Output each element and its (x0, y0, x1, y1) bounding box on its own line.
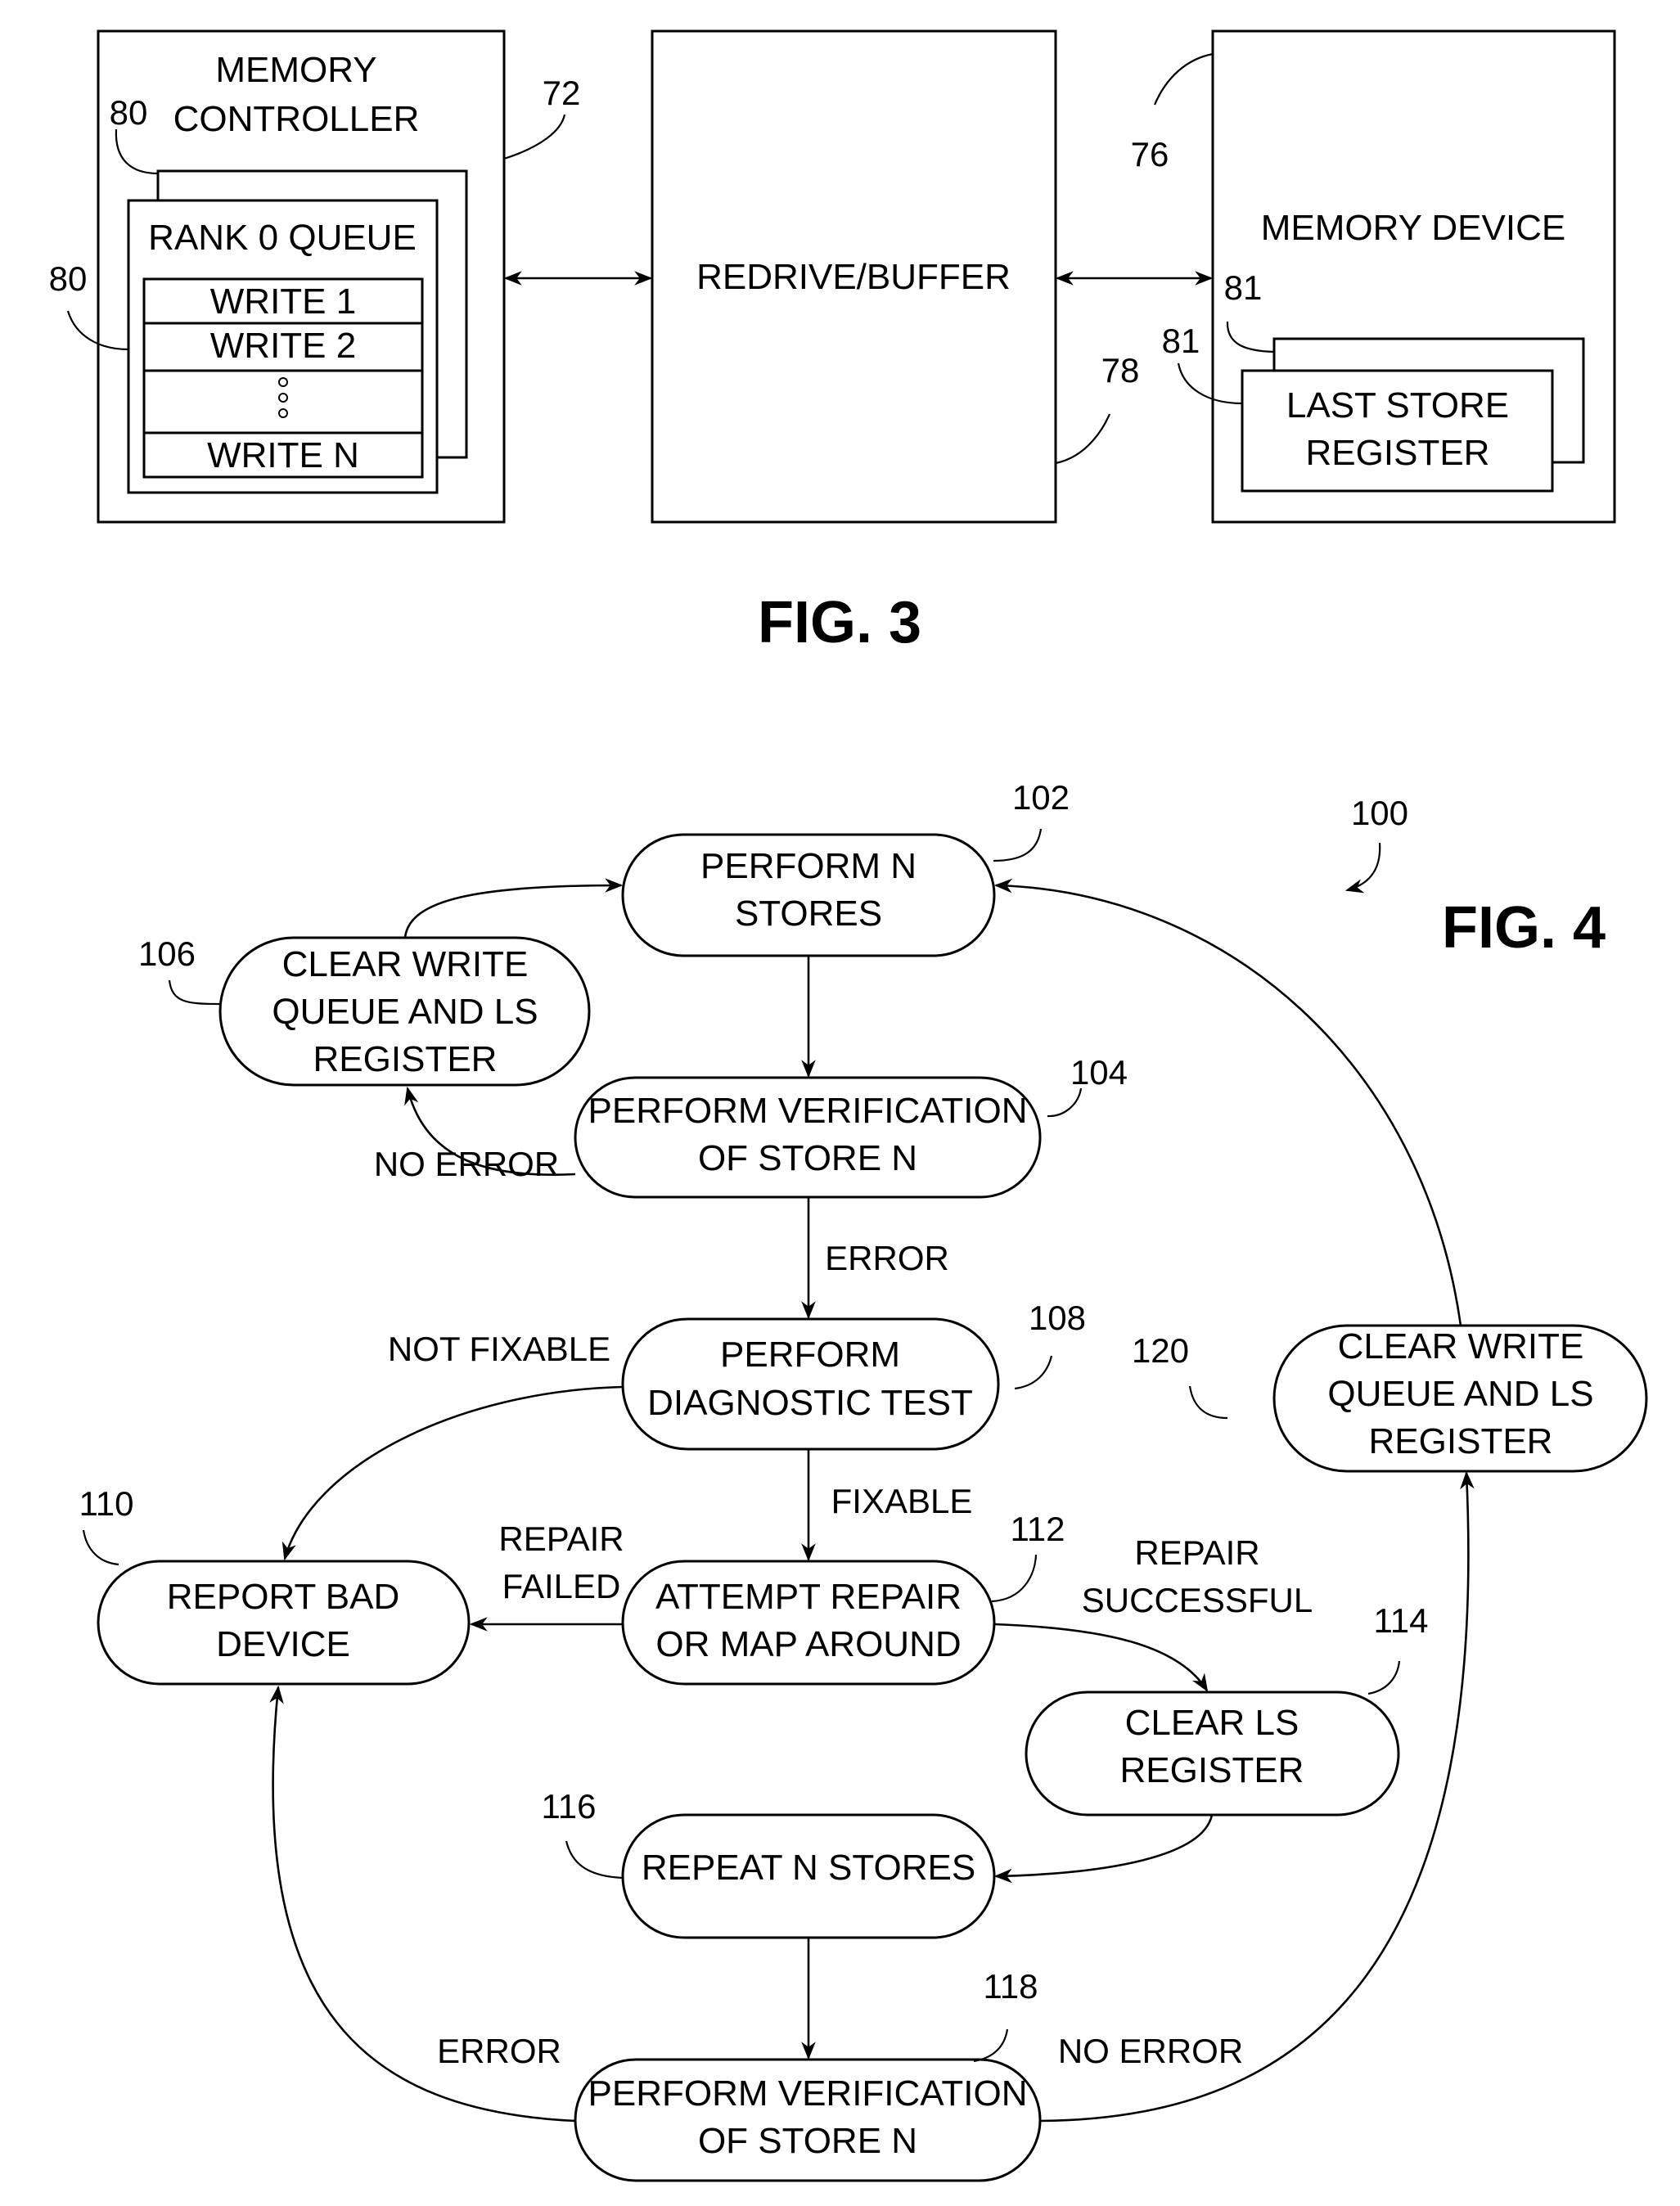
node-110-line1: REPORT BAD (167, 1577, 399, 1617)
patent-drawing-sheet: MEMORY CONTROLLER 72 RANK 0 QUEUE WRITE … (49, 29, 1648, 2182)
leader-116 (565, 1840, 624, 1880)
leader-72 (503, 114, 566, 160)
edge-114-to-116 (993, 1814, 1214, 1884)
edge-label-repair-failed-1: REPAIR (498, 1519, 624, 1558)
ref-81-front: 81 (1162, 322, 1200, 360)
node-106-line3: REGISTER (313, 1039, 498, 1079)
ref-112: 112 (1011, 1510, 1065, 1548)
node-112-line2: OR MAP AROUND (655, 1624, 961, 1664)
node-102-line2: STORES (735, 894, 882, 934)
ref-81-back: 81 (1224, 268, 1263, 307)
node-120-line2: QUEUE AND LS (1327, 1374, 1593, 1414)
node-clear-write-queue-1: CLEAR WRITE QUEUE AND LS REGISTER 106 (138, 934, 591, 1087)
node-120-line1: CLEAR WRITE (1338, 1326, 1584, 1366)
ref-80-front: 80 (49, 259, 88, 298)
redrive-buffer-block: REDRIVE/BUFFER 78 (651, 29, 1140, 524)
fig3: MEMORY CONTROLLER 72 RANK 0 QUEUE WRITE … (49, 29, 1616, 655)
node-116-line1: REPEAT N STORES (642, 1848, 975, 1888)
last-store-register-label-2: REGISTER (1306, 433, 1490, 473)
memory-device-label: MEMORY DEVICE (1261, 208, 1565, 248)
leader-114 (1367, 1660, 1401, 1695)
leader-76 (1153, 52, 1214, 106)
ref-72: 72 (543, 74, 581, 112)
edge-label-error-2: ERROR (437, 2032, 561, 2070)
edge-label-no-error-2: NO ERROR (1058, 2032, 1243, 2070)
ref-118: 118 (984, 1967, 1038, 2006)
node-clear-write-queue-2: CLEAR WRITE QUEUE AND LS REGISTER 120 (1132, 1324, 1648, 1473)
ref-76: 76 (1131, 135, 1169, 173)
node-120-line3: REGISTER (1369, 1421, 1553, 1461)
edge-label-repair-successful-2: SUCCESSFUL (1082, 1581, 1313, 1619)
memory-controller-title-1: MEMORY (215, 50, 376, 90)
node-diagnostic-test: PERFORM DIAGNOSTIC TEST 108 (621, 1299, 1086, 1451)
memory-device-block: MEMORY DEVICE 76 LAST STORE REGISTER 81 … (1131, 29, 1616, 524)
node-112-line1: ATTEMPT REPAIR (655, 1577, 962, 1617)
node-102-line1: PERFORM N (700, 846, 917, 886)
node-104-line1: PERFORM VERIFICATION (588, 1091, 1028, 1131)
rank-queue-title: RANK 0 QUEUE (148, 218, 417, 258)
node-verify-store-1: PERFORM VERIFICATION OF STORE N 104 (574, 1053, 1128, 1199)
edge-112-to-114 (993, 1623, 1209, 1692)
edge-106-to-102 (403, 878, 624, 939)
node-114-line1: CLEAR LS (1125, 1703, 1299, 1743)
leader-112 (991, 1554, 1038, 1603)
fig4: FIG. 4 100 PERFORM N STORES 102 CLEAR WR… (79, 778, 1648, 2182)
node-108-line2: DIAGNOSTIC TEST (647, 1383, 973, 1423)
node-118-line1: PERFORM VERIFICATION (588, 2073, 1028, 2114)
leader-118 (973, 2028, 1009, 2063)
ref-104: 104 (1070, 1053, 1128, 1092)
ref-108: 108 (1029, 1299, 1086, 1337)
redrive-buffer-label: REDRIVE/BUFFER (696, 257, 1011, 297)
node-118-line2: OF STORE N (698, 2121, 917, 2161)
ref-80-back: 80 (110, 93, 148, 132)
ref-100: 100 (1351, 794, 1408, 832)
edge-label-not-fixable: NOT FIXABLE (388, 1330, 610, 1368)
edge-120-to-102 (993, 878, 1462, 1326)
write-entry-n-label: WRITE N (207, 435, 359, 475)
leader-78 (1055, 413, 1111, 465)
ref-120: 120 (1132, 1331, 1189, 1370)
write-queue-entries: WRITE 1 WRITE 2 WRITE N (142, 277, 424, 479)
last-store-register-label-1: LAST STORE (1286, 385, 1509, 425)
node-108-line1: PERFORM (720, 1335, 900, 1375)
ref-110: 110 (79, 1484, 134, 1523)
leader-104 (1047, 1087, 1083, 1118)
node-106-line2: QUEUE AND LS (272, 992, 538, 1032)
node-repeat-n-stores: REPEAT N STORES 116 (542, 1787, 996, 1939)
edge-label-error-1: ERROR (825, 1239, 949, 1277)
ref-114: 114 (1374, 1601, 1429, 1640)
node-106-line1: CLEAR WRITE (282, 944, 529, 984)
ref-106: 106 (138, 934, 196, 973)
leader-110 (82, 1529, 119, 1566)
edge-label-repair-failed-2: FAILED (502, 1567, 621, 1605)
fig4-caption: FIG. 4 (1442, 895, 1606, 961)
ref-78: 78 (1101, 351, 1140, 389)
edge-label-no-error-1: NO ERROR (374, 1145, 559, 1183)
leader-106-line (168, 979, 221, 1006)
write-entry-1-label: WRITE 1 (210, 281, 356, 322)
node-104-line2: OF STORE N (698, 1138, 917, 1178)
node-110-line2: DEVICE (216, 1624, 350, 1664)
node-attempt-repair: ATTEMPT REPAIR OR MAP AROUND 112 (621, 1510, 1065, 1686)
node-114-line2: REGISTER (1120, 1750, 1304, 1790)
edge-label-fixable: FIXABLE (831, 1482, 973, 1520)
node-clear-ls-register: CLEAR LS REGISTER 114 (1025, 1601, 1429, 1817)
memory-controller-title-2: CONTROLLER (173, 99, 420, 139)
ref-116: 116 (542, 1787, 597, 1826)
leader-108 (1014, 1355, 1053, 1390)
node-report-bad-device: REPORT BAD DEVICE 110 (79, 1484, 471, 1686)
fig3-caption: FIG. 3 (758, 590, 921, 655)
memory-controller-block: MEMORY CONTROLLER 72 RANK 0 QUEUE WRITE … (49, 29, 581, 524)
leader-102 (993, 828, 1043, 862)
write-entry-2-label: WRITE 2 (210, 326, 356, 366)
node-perform-n-stores: PERFORM N STORES 102 (621, 778, 1070, 957)
leader-120 (1188, 1385, 1228, 1420)
ref-102: 102 (1012, 778, 1070, 817)
leader-100-arrow (1344, 842, 1381, 894)
edge-label-repair-successful-1: REPAIR (1134, 1533, 1259, 1572)
